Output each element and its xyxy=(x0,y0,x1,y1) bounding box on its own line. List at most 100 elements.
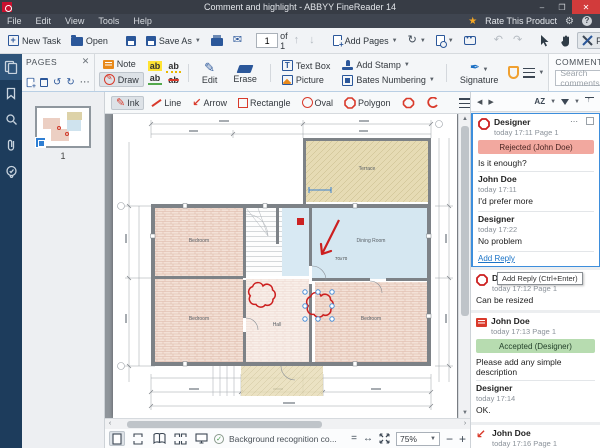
continuous-view-button[interactable] xyxy=(130,431,146,446)
zoom-level-select[interactable]: 75% ▼ xyxy=(396,432,440,446)
vertical-scroll-thumb[interactable] xyxy=(461,126,469,316)
fit-width-icon[interactable]: ↔ xyxy=(363,433,373,444)
sidebar-item-search[interactable] xyxy=(0,106,22,132)
filter-icon[interactable] xyxy=(561,99,569,105)
add-page-icon[interactable] xyxy=(27,78,35,87)
zoom-in-button[interactable]: + xyxy=(459,433,466,445)
email-button[interactable]: ✉ xyxy=(229,33,246,48)
scroll-up-icon[interactable]: ▲ xyxy=(459,114,470,124)
menu-help[interactable]: Help xyxy=(126,14,159,28)
maximize-button[interactable]: ❐ xyxy=(552,0,572,14)
hand-tool-button[interactable] xyxy=(556,33,575,49)
add-reply-link[interactable]: Add Reply xyxy=(478,251,594,264)
signature-button[interactable]: ✒ ▼ Signature xyxy=(454,59,505,86)
polygon-tool-button[interactable]: Polygon xyxy=(340,96,395,110)
document-page[interactable]: Terrace Bedroom Dining Room Bedroom Hall… xyxy=(113,114,457,418)
comment-thread[interactable]: ↙ John Doe today 17:16 Page 1 What's thi… xyxy=(471,425,600,448)
add-stamp-button[interactable]: Add Stamp ▼ xyxy=(338,59,439,72)
zoom-out-button[interactable]: − xyxy=(446,433,453,445)
save-as-button[interactable]: Save As ▼ xyxy=(142,34,205,48)
rectangle-tool-button[interactable]: Rectangle xyxy=(234,97,295,109)
collapse-all-icon[interactable] xyxy=(585,97,594,106)
arrow-tool-button[interactable]: ↙ Arrow xyxy=(188,97,231,109)
page-number-input[interactable] xyxy=(256,33,278,48)
save-button[interactable] xyxy=(122,34,140,48)
fullscreen-view-button[interactable] xyxy=(193,431,209,446)
text-box-button[interactable]: T Text Box xyxy=(278,59,335,72)
sidebar-item-pages[interactable] xyxy=(0,54,22,80)
more-options-icon[interactable]: ⋯ xyxy=(80,77,90,88)
room-label-terrace: Terrace xyxy=(359,166,376,172)
two-page-continuous-view-button[interactable] xyxy=(172,431,188,446)
help-icon[interactable]: ? xyxy=(582,16,592,26)
expand-icon[interactable] xyxy=(379,433,390,444)
bates-numbering-button[interactable]: Bates Numbering ▼ xyxy=(338,74,439,87)
comments-search-input[interactable]: Search comments xyxy=(555,70,600,86)
sidebar-item-digital-signatures[interactable] xyxy=(0,158,22,184)
sort-button[interactable]: AZ xyxy=(534,97,545,106)
gear-icon[interactable]: ⚙ xyxy=(565,16,574,27)
strikethrough-tool-button[interactable]: ab xyxy=(166,75,181,85)
page-preview-button[interactable]: ▼ xyxy=(432,33,458,48)
revision-cloud-tool-button[interactable] xyxy=(422,96,443,110)
sidebar-item-attachments[interactable] xyxy=(0,132,22,158)
note-button[interactable]: Note xyxy=(99,58,144,70)
sidebar-item-bookmarks[interactable] xyxy=(0,80,22,106)
menu-edit[interactable]: Edit xyxy=(29,14,59,28)
scroll-down-icon[interactable]: ▼ xyxy=(459,408,470,418)
select-cursor-button[interactable] xyxy=(536,33,554,49)
fit-page-icon[interactable]: = xyxy=(351,433,357,444)
single-page-view-button[interactable] xyxy=(109,431,125,446)
comment-thread[interactable]: Designer today 17:11 Page 1 ⋯ Rejected (… xyxy=(471,113,600,267)
trash-icon[interactable] xyxy=(40,78,48,87)
comment-menu-icon[interactable]: ⋯ xyxy=(570,117,579,126)
pdf-tools-button[interactable]: PDF Tools xyxy=(577,32,600,49)
scroll-left-icon[interactable]: ‹ xyxy=(105,419,115,429)
redo-button[interactable]: ↷ xyxy=(509,33,526,48)
close-button[interactable]: ✕ xyxy=(572,0,600,14)
annotation-red-square[interactable] xyxy=(297,218,304,225)
scroll-right-icon[interactable]: › xyxy=(460,419,470,429)
menu-tools[interactable]: Tools xyxy=(91,14,126,28)
vertical-scrollbar[interactable]: ▲ ▼ xyxy=(458,114,470,418)
document-viewport[interactable]: Terrace Bedroom Dining Room Bedroom Hall… xyxy=(105,114,470,418)
comment-checkbox[interactable] xyxy=(586,117,594,125)
print-button[interactable] xyxy=(207,33,227,48)
highlight-tool-button[interactable]: ab xyxy=(148,61,163,71)
rotate-left-icon[interactable]: ↺ xyxy=(53,77,61,88)
next-comment-button[interactable]: ▶ xyxy=(488,98,493,106)
draw-button[interactable]: Draw xyxy=(99,72,144,87)
squiggly-underline-tool-button[interactable]: ab xyxy=(166,61,181,73)
ink-tool-button[interactable]: ✎ Ink xyxy=(111,96,144,110)
cloud-tool-button[interactable] xyxy=(398,96,419,110)
menu-file[interactable]: File xyxy=(0,14,29,28)
add-pages-button[interactable]: Add Pages ▼ xyxy=(329,33,402,48)
menu-view[interactable]: View xyxy=(58,14,91,28)
horizontal-scrollbar[interactable]: ‹ › xyxy=(105,418,470,429)
line-tool-button[interactable]: Line xyxy=(147,97,185,109)
oval-tool-button[interactable]: Oval xyxy=(298,96,338,109)
rotate-button[interactable]: ↻ ▼ xyxy=(404,33,430,48)
previous-page-button[interactable]: ↑ xyxy=(290,33,304,48)
rate-product-link[interactable]: Rate This Product xyxy=(485,16,557,26)
horizontal-scroll-thumb[interactable] xyxy=(127,421,322,428)
redact-button[interactable] xyxy=(460,34,480,47)
comment-thread[interactable]: Designer today 17:12 Page 1 Add Reply (C… xyxy=(471,270,600,310)
picture-button[interactable]: Picture xyxy=(278,74,335,86)
previous-comment-button[interactable]: ◀ xyxy=(477,98,482,106)
shield-icon[interactable] xyxy=(508,66,519,79)
undo-button[interactable]: ↶ xyxy=(490,33,507,48)
two-page-view-button[interactable] xyxy=(151,431,167,446)
erase-button[interactable]: Erase xyxy=(227,61,263,85)
comment-thread[interactable]: John Doe today 17:13 Page 1 Accepted (De… xyxy=(471,313,600,422)
pages-close-icon[interactable]: ✕ xyxy=(82,56,90,67)
open-button[interactable]: Open xyxy=(67,33,112,48)
minimize-button[interactable]: – xyxy=(532,0,552,14)
edit-button[interactable]: ✎ Edit xyxy=(196,60,224,86)
underline-green-tool-button[interactable]: ab xyxy=(148,73,163,85)
rotate-right-icon[interactable]: ↻ xyxy=(66,77,74,88)
page-thumbnail[interactable] xyxy=(35,106,91,148)
new-task-button[interactable]: New Task xyxy=(4,33,65,48)
comment-display-options-button[interactable]: ▼ xyxy=(523,68,544,78)
next-page-button[interactable]: ↓ xyxy=(305,33,319,48)
